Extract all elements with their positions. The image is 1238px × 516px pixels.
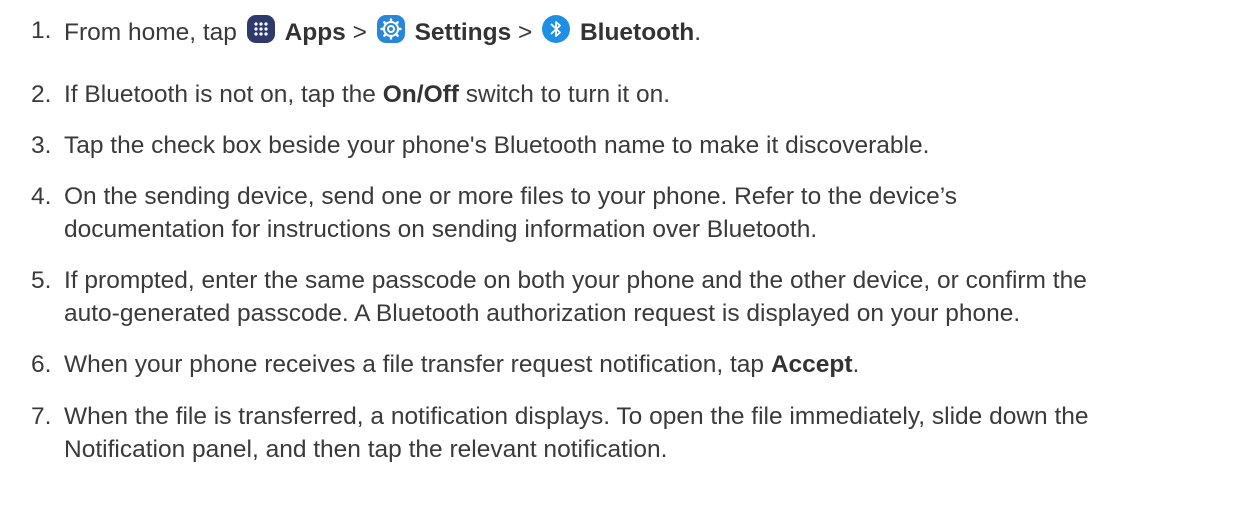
step-line: Tap the check box beside your phone's Bl… bbox=[64, 132, 930, 159]
bluetooth-label: Bluetooth bbox=[579, 19, 695, 46]
step-text-part: If Bluetooth is not on, tap the bbox=[64, 81, 376, 108]
step-line: documentation for instructions on sendin… bbox=[64, 216, 818, 243]
step-text: If prompted, enter the same passcode on … bbox=[64, 264, 1224, 330]
step-number: 1. bbox=[31, 17, 52, 44]
step-text: Tap the check box beside your phone's Bl… bbox=[64, 129, 1224, 162]
step-text: When your phone receives a file transfer… bbox=[64, 348, 1224, 381]
on-off-label: On/Off bbox=[382, 81, 459, 108]
step-number: 4. bbox=[31, 183, 52, 210]
settings-gear-icon bbox=[376, 14, 406, 44]
step-number: 7. bbox=[31, 403, 52, 430]
step-text-part: When your phone receives a file transfer… bbox=[64, 351, 764, 378]
step-number: 3. bbox=[31, 132, 52, 159]
apps-grid-icon bbox=[246, 14, 276, 44]
step-number: 6. bbox=[31, 351, 52, 378]
settings-label: Settings bbox=[414, 19, 512, 46]
bluetooth-icon bbox=[541, 14, 571, 44]
period: . bbox=[852, 351, 860, 378]
step-line: Notification panel, and then tap the rel… bbox=[64, 436, 668, 463]
step-text: On the sending device, send one or more … bbox=[64, 180, 1224, 246]
step-line: auto-generated passcode. A Bluetooth aut… bbox=[64, 300, 1021, 327]
instruction-list: 1. From home, tap Apps > Settings > Blue… bbox=[0, 0, 1238, 516]
step-number: 2. bbox=[31, 81, 52, 108]
step-line: If prompted, enter the same passcode on … bbox=[64, 267, 1087, 294]
step-text: When the file is transferred, a notifica… bbox=[64, 400, 1224, 466]
separator: > bbox=[352, 19, 367, 46]
step-text: If Bluetooth is not on, tap the On/Off s… bbox=[64, 78, 1224, 111]
accept-label: Accept bbox=[770, 351, 853, 378]
step-text-part: switch to turn it on. bbox=[465, 81, 671, 108]
step-number: 5. bbox=[31, 267, 52, 294]
period: . bbox=[694, 19, 702, 46]
step-text-part: From home, tap bbox=[64, 19, 237, 46]
step-line: When the file is transferred, a notifica… bbox=[64, 403, 1089, 430]
step-text: From home, tap Apps > Settings > Bluetoo… bbox=[64, 14, 1224, 49]
separator: > bbox=[518, 19, 533, 46]
apps-label: Apps bbox=[284, 19, 346, 46]
step-line: On the sending device, send one or more … bbox=[64, 183, 957, 210]
